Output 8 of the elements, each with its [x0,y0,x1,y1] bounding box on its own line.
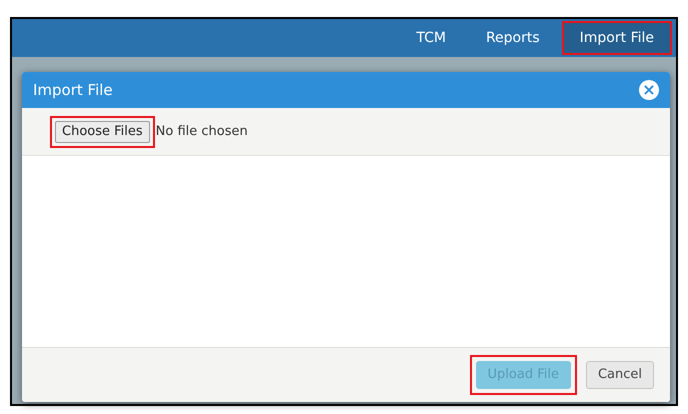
nav-link[interactable]: Reports [468,21,558,55]
nav-link[interactable]: Import File [562,21,672,55]
choose-files-button[interactable]: Choose Files [55,120,150,142]
dialog-title: Import File [33,80,113,101]
file-status-text: No file chosen [156,122,248,141]
nav-link[interactable]: TCM [398,21,464,55]
dialog-button[interactable]: Cancel [586,361,654,389]
close-button[interactable]: × [639,80,659,100]
